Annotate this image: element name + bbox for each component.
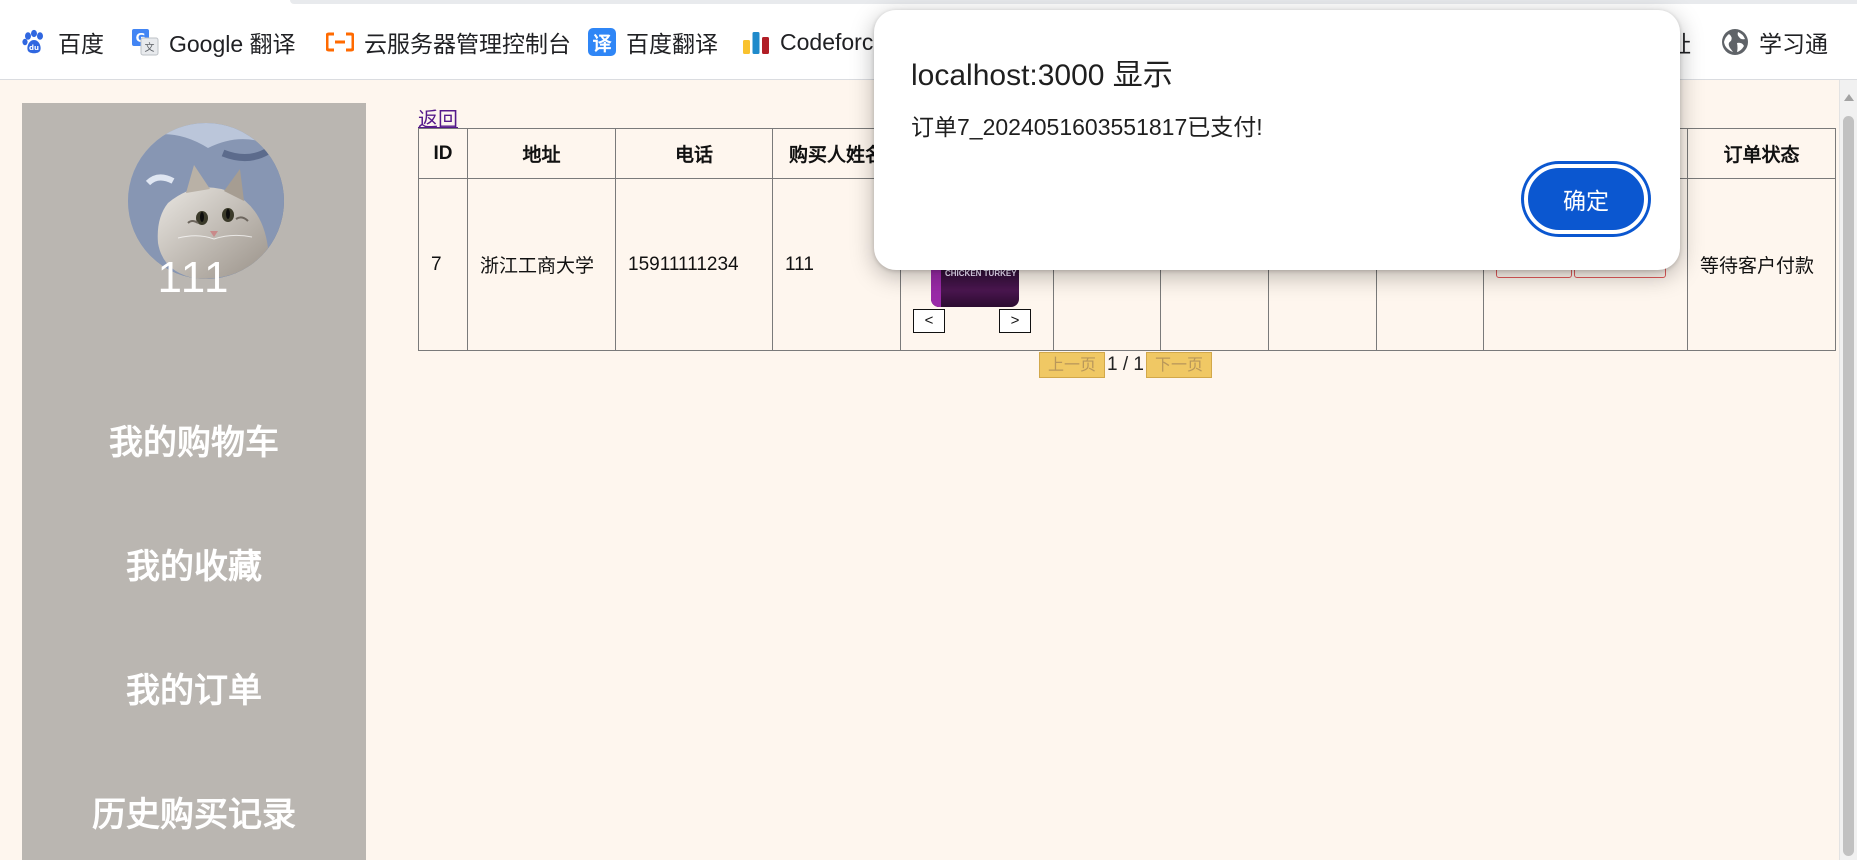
column-header: 地址 <box>467 128 616 179</box>
sidebar-item-cart[interactable]: 我的购物车 <box>22 415 366 464</box>
sidebar-item-orders[interactable]: 我的订单 <box>22 663 366 712</box>
prev-page-button[interactable]: 上一页 <box>1039 352 1106 378</box>
image-next-button[interactable]: > <box>999 309 1031 333</box>
bookmark-aliyun[interactable]: 云服务器管理控制台 <box>326 24 571 60</box>
svg-text:文: 文 <box>145 41 155 54</box>
bookmark-baidu-translate[interactable]: 译 百度翻译 <box>588 24 718 60</box>
order-status: 等待客户付款 <box>1687 178 1836 351</box>
pagination: 上一页 1 / 1 下一页 <box>1039 352 1213 378</box>
bookmark-label: Codeforc <box>780 28 874 55</box>
bookmark-label: 学习通 <box>1759 31 1828 57</box>
column-header: ID <box>418 128 468 179</box>
username: 111 <box>157 253 231 302</box>
bookmark-baidu[interactable]: du 百度 <box>20 24 104 60</box>
globe-icon <box>1721 28 1749 56</box>
scrollbar-thumb[interactable] <box>1843 116 1854 856</box>
bookmark-google-translate[interactable]: G 文 Google 翻译 <box>131 24 296 60</box>
vertical-scrollbar[interactable] <box>1839 80 1857 860</box>
bookmark-label: 百度 <box>58 31 104 57</box>
sidebar-item-history[interactable]: 历史购买记录 <box>22 787 366 836</box>
alert-dialog: localhost:3000 显示 订单7_2024051603551817已支… <box>874 10 1680 270</box>
image-prev-button[interactable]: < <box>913 309 945 333</box>
bookmark-label: Google 翻译 <box>169 31 296 57</box>
dialog-title: localhost:3000 显示 <box>911 59 1173 92</box>
product-image-stripe <box>931 265 941 307</box>
order-id: 7 <box>418 178 468 351</box>
bookmark-label: 云服务器管理控制台 <box>364 31 571 57</box>
bookmark-xuexitong[interactable]: 学习通 <box>1721 24 1828 60</box>
sidebar-item-favorites[interactable]: 我的收藏 <box>22 539 366 588</box>
bookmark-label: 百度翻译 <box>626 31 718 57</box>
scroll-up-arrow-icon[interactable] <box>1844 94 1854 101</box>
bookmark-codeforces[interactable]: Codeforc <box>742 24 873 60</box>
codeforces-icon <box>742 28 770 56</box>
product-image: CHICKEN TURKEY + DUCK RECIPE <box>931 265 1019 307</box>
sidebar: 111 我的购物车 我的收藏 我的订单 历史购买记录 <box>22 103 366 860</box>
page-info: 1 / 1 <box>1107 354 1144 375</box>
google-translate-icon: G 文 <box>131 28 159 56</box>
ok-button[interactable]: 确定 <box>1524 164 1648 234</box>
column-header: 电话 <box>615 128 773 179</box>
baidu-paw-icon: du <box>20 28 48 56</box>
next-page-button[interactable]: 下一页 <box>1146 352 1213 378</box>
tab-strip-edge <box>290 0 1857 4</box>
product-image-text: CHICKEN TURKEY + DUCK RECIPE <box>945 269 1019 278</box>
baidu-translate-icon: 译 <box>588 28 616 56</box>
svg-text:du: du <box>29 44 39 52</box>
order-address: 浙江工商大学 <box>467 178 616 351</box>
column-header: 订单状态 <box>1687 128 1836 179</box>
dialog-message: 订单7_2024051603551817已支付! <box>911 114 1263 140</box>
aliyun-icon <box>326 28 354 56</box>
order-phone: 15911111234 <box>615 178 773 351</box>
